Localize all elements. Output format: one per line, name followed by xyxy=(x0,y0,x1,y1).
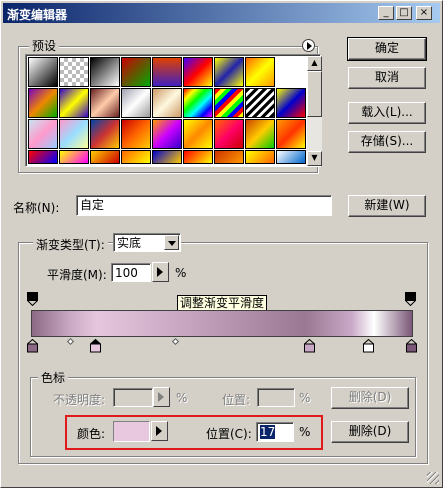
preset-swatch[interactable] xyxy=(90,119,120,149)
close-button[interactable]: × xyxy=(416,6,432,20)
preset-swatch[interactable] xyxy=(152,150,182,164)
preset-swatch[interactable] xyxy=(183,57,213,87)
preset-swatch[interactable] xyxy=(121,57,151,87)
color-location-input[interactable]: 17 xyxy=(256,422,294,442)
opacity-slider-arrow-icon xyxy=(153,387,170,407)
preset-swatch[interactable] xyxy=(276,119,306,149)
opacity-stop-right[interactable] xyxy=(405,292,416,306)
gradient-editor-window: 渐变编辑器 _ □ × 预设 ▲ ▼ 确定 取消 载入(L)... 存储(S).… xyxy=(0,0,443,488)
preset-swatch[interactable] xyxy=(28,119,58,149)
preset-swatch[interactable] xyxy=(214,57,244,87)
preset-swatch[interactable] xyxy=(276,150,306,164)
cancel-button[interactable]: 取消 xyxy=(348,67,426,89)
preset-swatch[interactable] xyxy=(28,88,58,118)
smoothness-label: 平滑度(M): xyxy=(47,268,107,282)
preset-swatch[interactable] xyxy=(214,119,244,149)
maximize-button[interactable]: □ xyxy=(396,6,412,20)
load-button[interactable]: 载入(L)... xyxy=(348,102,426,124)
preset-swatch[interactable] xyxy=(121,150,151,164)
color-stop[interactable] xyxy=(304,339,315,353)
new-button[interactable]: 新建(W) xyxy=(348,195,426,217)
opacity-location-input xyxy=(257,388,295,407)
preset-swatch[interactable] xyxy=(90,88,120,118)
opacity-stop-left[interactable] xyxy=(27,292,38,306)
color-location-unit: % xyxy=(299,425,311,439)
preset-swatch[interactable] xyxy=(152,88,182,118)
gradient-type-label: 渐变类型(T): xyxy=(33,236,108,253)
presets-grid: ▲ ▼ xyxy=(25,54,322,167)
scroll-up-icon[interactable]: ▲ xyxy=(307,56,322,71)
opacity-location-label: 位置: xyxy=(222,393,251,407)
smoothness-unit: % xyxy=(175,266,187,280)
gradient-type-select[interactable]: 实底 xyxy=(113,233,181,252)
color-delete-button[interactable]: 删除(D) xyxy=(331,421,409,443)
resize-grip-icon[interactable] xyxy=(427,472,439,484)
minimize-button[interactable]: _ xyxy=(378,6,394,20)
preset-swatch[interactable] xyxy=(276,88,306,118)
scroll-thumb[interactable] xyxy=(307,71,322,117)
color-menu-arrow-icon[interactable] xyxy=(151,421,168,441)
color-location-value: 17 xyxy=(260,425,276,439)
opacity-unit: % xyxy=(176,391,188,405)
preset-swatch[interactable] xyxy=(90,57,120,87)
preset-swatch[interactable] xyxy=(59,88,89,118)
gradient-type-value: 实底 xyxy=(117,236,142,250)
opacity-location-unit: % xyxy=(299,391,311,405)
name-label: 名称(N): xyxy=(13,201,60,215)
color-stop[interactable] xyxy=(406,339,417,353)
preset-swatch[interactable] xyxy=(152,57,182,87)
preset-swatch[interactable] xyxy=(214,150,244,164)
opacity-delete-button: 删除(D) xyxy=(331,387,409,409)
preset-swatch[interactable] xyxy=(183,119,213,149)
name-input[interactable]: 自定 xyxy=(76,195,332,216)
preset-swatch[interactable] xyxy=(28,57,58,87)
ok-button[interactable]: 确定 xyxy=(347,37,427,61)
preset-swatch[interactable] xyxy=(59,150,89,164)
smoothness-input[interactable]: 100 xyxy=(111,263,151,282)
color-stop-selected[interactable] xyxy=(90,339,101,353)
color-swatch[interactable] xyxy=(113,421,150,442)
gradient-preview-bar[interactable] xyxy=(31,310,413,337)
preset-swatch[interactable] xyxy=(28,150,58,164)
save-button[interactable]: 存储(S)... xyxy=(348,131,426,153)
preset-swatch[interactable] xyxy=(245,150,275,164)
presets-label: 预设 xyxy=(29,37,60,54)
preset-swatch[interactable] xyxy=(245,119,275,149)
preset-swatch[interactable] xyxy=(59,57,89,87)
color-label: 颜色: xyxy=(77,427,106,441)
smoothness-slider-arrow-icon[interactable] xyxy=(152,262,169,282)
preset-swatch[interactable] xyxy=(183,88,213,118)
preset-swatch[interactable] xyxy=(152,119,182,149)
opacity-input xyxy=(113,388,153,407)
window-title: 渐变编辑器 xyxy=(7,8,68,22)
preset-swatch[interactable] xyxy=(245,88,275,118)
preset-swatch[interactable] xyxy=(59,119,89,149)
presets-menu-icon[interactable] xyxy=(302,39,315,52)
color-stop[interactable] xyxy=(27,339,38,353)
chevron-down-icon[interactable] xyxy=(164,235,179,250)
preset-swatch[interactable] xyxy=(214,88,244,118)
smoothness-tooltip: 调整渐变平滑度 xyxy=(177,295,268,311)
preset-swatch[interactable] xyxy=(121,119,151,149)
color-location-label: 位置(C): xyxy=(206,427,252,441)
scroll-down-icon[interactable]: ▼ xyxy=(307,151,322,166)
preset-swatch[interactable] xyxy=(121,88,151,118)
title-bar[interactable]: 渐变编辑器 _ □ × xyxy=(3,3,440,23)
color-stop[interactable] xyxy=(363,339,374,353)
preset-swatch[interactable] xyxy=(245,57,275,87)
preset-swatch[interactable] xyxy=(183,150,213,164)
stops-group-label: 色标 xyxy=(38,369,69,386)
preset-swatch[interactable] xyxy=(90,150,120,164)
opacity-label: 不透明度: xyxy=(53,393,106,407)
